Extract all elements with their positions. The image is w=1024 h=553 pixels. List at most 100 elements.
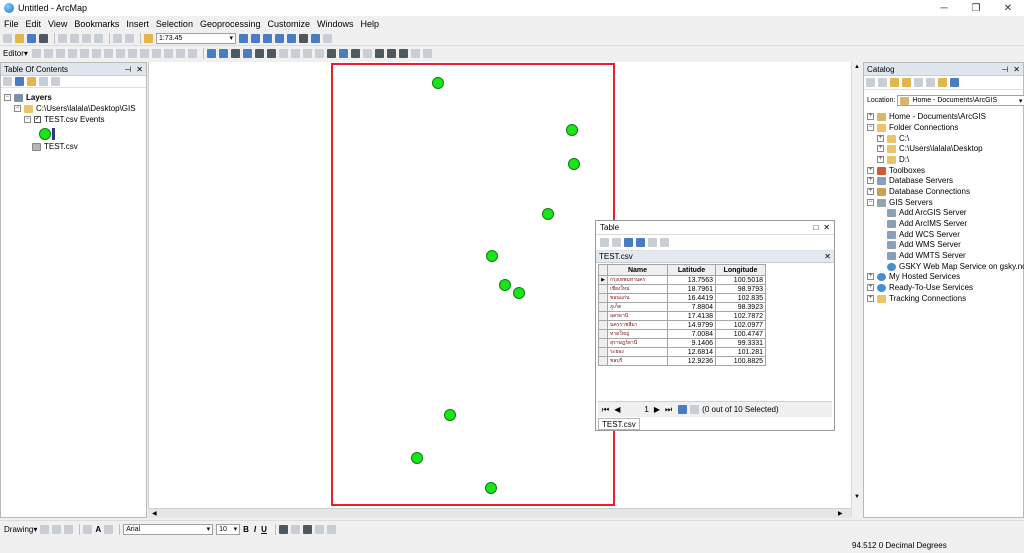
scroll-left-icon[interactable]: ◀ — [152, 510, 157, 517]
table-bottom-tab[interactable]: TEST.csv — [598, 418, 640, 430]
help-icon[interactable] — [323, 33, 332, 43]
catalog-item-folder-connections[interactable]: − Folder Connections — [867, 123, 958, 132]
collapse-icon[interactable]: − — [4, 94, 11, 101]
trace-icon[interactable] — [79, 49, 89, 58]
open-icon[interactable] — [15, 33, 24, 43]
undo-icon[interactable] — [113, 33, 122, 43]
toc-events-layer[interactable]: − ✓ TEST.csv Events — [24, 115, 104, 124]
home-icon[interactable] — [890, 78, 899, 87]
print-icon[interactable] — [39, 33, 48, 43]
table-row[interactable]: ระยอง 12.6814 101.281 — [598, 347, 766, 357]
edit-tool-icon[interactable] — [31, 49, 41, 58]
scroll-down-icon[interactable]: ▼ — [854, 494, 860, 500]
row-selector[interactable] — [598, 329, 608, 339]
redo-icon[interactable] — [125, 33, 134, 43]
last-record-icon[interactable]: ⏭ — [665, 405, 672, 415]
model-builder-icon[interactable] — [311, 33, 320, 43]
forward-icon[interactable] — [878, 78, 887, 87]
cell-longitude[interactable]: 99.3331 — [715, 338, 766, 348]
catalog-item-c-drive[interactable]: + C:\ — [877, 134, 909, 143]
table-window-titlebar[interactable]: Table □ ✕ — [596, 221, 834, 235]
collapse-icon[interactable]: − — [14, 105, 21, 112]
catalog-item-add-arcgis-server[interactable]: Add ArcGIS Server — [887, 208, 967, 217]
cell-name[interactable]: อุดรธานี — [607, 311, 668, 321]
restore-icon[interactable]: □ — [813, 223, 818, 232]
cell-latitude[interactable]: 17.4138 — [667, 311, 716, 321]
cell-latitude[interactable]: 12.9236 — [667, 356, 716, 366]
cell-latitude[interactable]: 18.7961 — [667, 284, 716, 294]
catalog-item-add-arcims-server[interactable]: Add ArcIMS Server — [887, 219, 967, 228]
row-selector[interactable] — [598, 311, 608, 321]
table-options-icon[interactable] — [600, 238, 609, 247]
cell-name[interactable]: ขอนแก่น — [607, 293, 668, 303]
cell-longitude[interactable]: 102.0977 — [715, 320, 766, 330]
catalog-item-gsky-service[interactable]: GSKY Web Map Service on gsky.nci — [887, 262, 1024, 271]
clear-selection-icon[interactable] — [314, 49, 324, 58]
collapse-icon[interactable]: − — [24, 116, 31, 123]
cell-name[interactable]: เชียงใหม่ — [607, 284, 668, 294]
menu-geoprocessing[interactable]: Geoprocessing — [200, 19, 261, 29]
delete-icon[interactable] — [94, 33, 103, 43]
cell-longitude[interactable]: 102.835 — [715, 293, 766, 303]
cell-longitude[interactable]: 101.281 — [715, 347, 766, 357]
cell-latitude[interactable]: 13.7563 — [667, 275, 716, 285]
cell-latitude[interactable]: 9.1406 — [667, 338, 716, 348]
search-window-icon[interactable] — [275, 33, 284, 43]
pin-icon[interactable]: ⊣ — [124, 65, 131, 74]
cell-longitude[interactable]: 100.8825 — [715, 356, 766, 366]
scroll-up-icon[interactable]: ▲ — [854, 64, 860, 70]
list-by-visibility-icon[interactable] — [27, 77, 36, 86]
add-data-icon[interactable] — [144, 33, 153, 43]
row-selector[interactable] — [598, 293, 608, 303]
expand-icon[interactable]: + — [867, 188, 874, 195]
find-route-icon[interactable] — [386, 49, 396, 58]
cell-name[interactable]: หาดใหญ่ — [607, 329, 668, 339]
identify-icon[interactable] — [338, 49, 348, 58]
table-of-contents-icon[interactable] — [251, 33, 260, 43]
catalog-item-desktop[interactable]: + C:\Users\lalala\Desktop — [877, 144, 983, 153]
cell-longitude[interactable]: 102.7872 — [715, 311, 766, 321]
catalog-item-d-drive[interactable]: + D:\ — [877, 155, 909, 164]
select-features-icon[interactable] — [302, 49, 312, 58]
options-icon[interactable] — [950, 78, 959, 87]
previous-record-icon[interactable]: ◀ — [614, 405, 620, 414]
editor-toolbar-icon[interactable] — [239, 33, 248, 43]
fixed-zoom-out-icon[interactable] — [266, 49, 276, 58]
endpoint-arc-icon[interactable] — [67, 49, 77, 58]
column-header-name[interactable]: Name — [607, 264, 668, 276]
expand-icon[interactable]: + — [867, 284, 874, 291]
table-row[interactable]: หาดใหญ่ 7.0084 100.4747 — [598, 329, 766, 339]
go-to-xy-icon[interactable] — [398, 49, 408, 58]
toggle-contents-icon[interactable] — [914, 78, 923, 87]
italic-button[interactable]: I — [254, 525, 256, 534]
fixed-zoom-in-icon[interactable] — [254, 49, 264, 58]
menu-view[interactable]: View — [48, 19, 67, 29]
new-document-icon[interactable] — [3, 33, 12, 43]
cell-latitude[interactable]: 7.8804 — [667, 302, 716, 312]
time-slider-icon[interactable] — [410, 49, 420, 58]
list-by-source-icon[interactable] — [15, 77, 24, 86]
column-header-longitude[interactable]: Longitude — [715, 264, 766, 276]
switch-selection-icon[interactable] — [636, 238, 645, 247]
menu-file[interactable]: File — [4, 19, 19, 29]
copy-icon[interactable] — [70, 33, 79, 43]
cell-longitude[interactable]: 98.9793 — [715, 284, 766, 294]
text-tool-icon[interactable]: A — [95, 525, 101, 534]
map-vertical-scrollbar[interactable]: ▲ ▼ — [851, 62, 861, 517]
cell-longitude[interactable]: 100.4747 — [715, 329, 766, 339]
cell-name[interactable]: ชลบุรี — [607, 356, 668, 366]
map-point-feature[interactable] — [499, 278, 511, 291]
catalog-item-add-wms-server[interactable]: Add WMS Server — [887, 240, 961, 249]
map-point-feature[interactable] — [431, 77, 444, 89]
line-color-icon[interactable] — [302, 524, 312, 534]
paste-icon[interactable] — [82, 33, 91, 43]
map-point-feature[interactable] — [411, 452, 423, 465]
cut-icon[interactable] — [58, 33, 67, 43]
clear-selection-icon[interactable] — [648, 238, 657, 247]
expand-icon[interactable]: + — [867, 295, 874, 302]
straight-segment-icon[interactable] — [55, 49, 65, 58]
maximize-button[interactable]: ❐ — [962, 0, 990, 16]
cell-latitude[interactable]: 7.0084 — [667, 329, 716, 339]
point-symbol-icon[interactable] — [39, 128, 51, 140]
split-icon[interactable] — [139, 49, 149, 58]
